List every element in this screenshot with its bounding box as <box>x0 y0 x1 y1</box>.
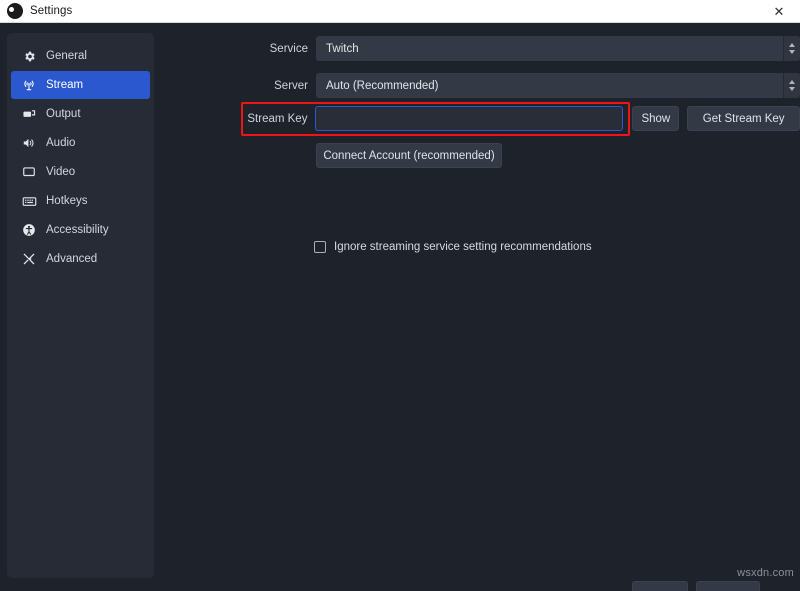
server-label: Server <box>274 79 308 92</box>
settings-sidebar: General Stream Output Audio Video Hotkey… <box>7 33 154 578</box>
broadcast-icon <box>21 77 37 93</box>
sidebar-item-label: General <box>46 50 87 62</box>
obs-logo-icon <box>7 3 23 19</box>
service-value: Twitch <box>326 42 359 55</box>
show-stream-key-button[interactable]: Show <box>632 106 680 131</box>
chevron-up-icon <box>789 80 795 84</box>
connect-account-button[interactable]: Connect Account (recommended) <box>316 143 502 168</box>
server-dropdown[interactable]: Auto (Recommended) <box>316 73 800 98</box>
keyboard-icon <box>21 193 37 209</box>
sidebar-item-label: Stream <box>46 79 84 91</box>
get-stream-key-button[interactable]: Get Stream Key <box>687 106 800 131</box>
stream-key-row: Stream Key Show Get Stream Key <box>162 106 800 131</box>
sidebar-item-label: Advanced <box>46 253 98 265</box>
watermark: wsxdn.com <box>737 567 794 579</box>
window-title: Settings <box>30 5 73 17</box>
ignore-recommendations-row[interactable]: Ignore streaming service setting recomme… <box>314 241 592 253</box>
sidebar-item-audio[interactable]: Audio <box>11 129 150 157</box>
sidebar-item-label: Audio <box>46 137 76 149</box>
gear-icon <box>21 48 37 64</box>
dialog-button-right[interactable] <box>696 581 760 591</box>
window-titlebar: Settings ✕ <box>0 0 800 23</box>
close-icon[interactable]: ✕ <box>758 0 800 22</box>
sidebar-item-hotkeys[interactable]: Hotkeys <box>11 187 150 215</box>
server-stepper[interactable] <box>783 73 800 98</box>
service-stepper[interactable] <box>783 36 800 61</box>
sidebar-item-video[interactable]: Video <box>11 158 150 186</box>
sidebar-item-stream[interactable]: Stream <box>11 71 150 99</box>
sidebar-item-advanced[interactable]: Advanced <box>11 245 150 273</box>
chevron-up-icon <box>789 43 795 47</box>
accessibility-icon <box>21 222 37 238</box>
stream-settings-pane: Service Twitch Server Auto (Recommended)… <box>162 30 800 591</box>
dialog-button-left[interactable] <box>632 581 688 591</box>
sidebar-item-label: Output <box>46 108 81 120</box>
monitor-icon <box>21 164 37 180</box>
service-dropdown[interactable]: Twitch <box>316 36 800 61</box>
service-label: Service <box>269 42 308 55</box>
ignore-recommendations-checkbox[interactable] <box>314 241 326 253</box>
sidebar-item-label: Video <box>46 166 76 178</box>
sidebar-item-accessibility[interactable]: Accessibility <box>11 216 150 244</box>
output-screen-icon <box>21 106 37 122</box>
tools-icon <box>21 251 37 267</box>
sidebar-item-label: Accessibility <box>46 224 109 236</box>
service-row: Service Twitch <box>162 36 800 61</box>
sidebar-item-general[interactable]: General <box>11 42 150 70</box>
stream-key-label: Stream Key <box>247 112 308 125</box>
sidebar-item-label: Hotkeys <box>46 195 88 207</box>
speaker-icon <box>21 135 37 151</box>
server-value: Auto (Recommended) <box>326 79 439 92</box>
stream-key-input[interactable] <box>315 106 624 131</box>
connect-account-row: Connect Account (recommended) <box>316 143 502 168</box>
server-row: Server Auto (Recommended) <box>162 73 800 98</box>
chevron-down-icon <box>789 87 795 91</box>
chevron-down-icon <box>789 50 795 54</box>
sidebar-item-output[interactable]: Output <box>11 100 150 128</box>
ignore-recommendations-label: Ignore streaming service setting recomme… <box>334 241 592 253</box>
